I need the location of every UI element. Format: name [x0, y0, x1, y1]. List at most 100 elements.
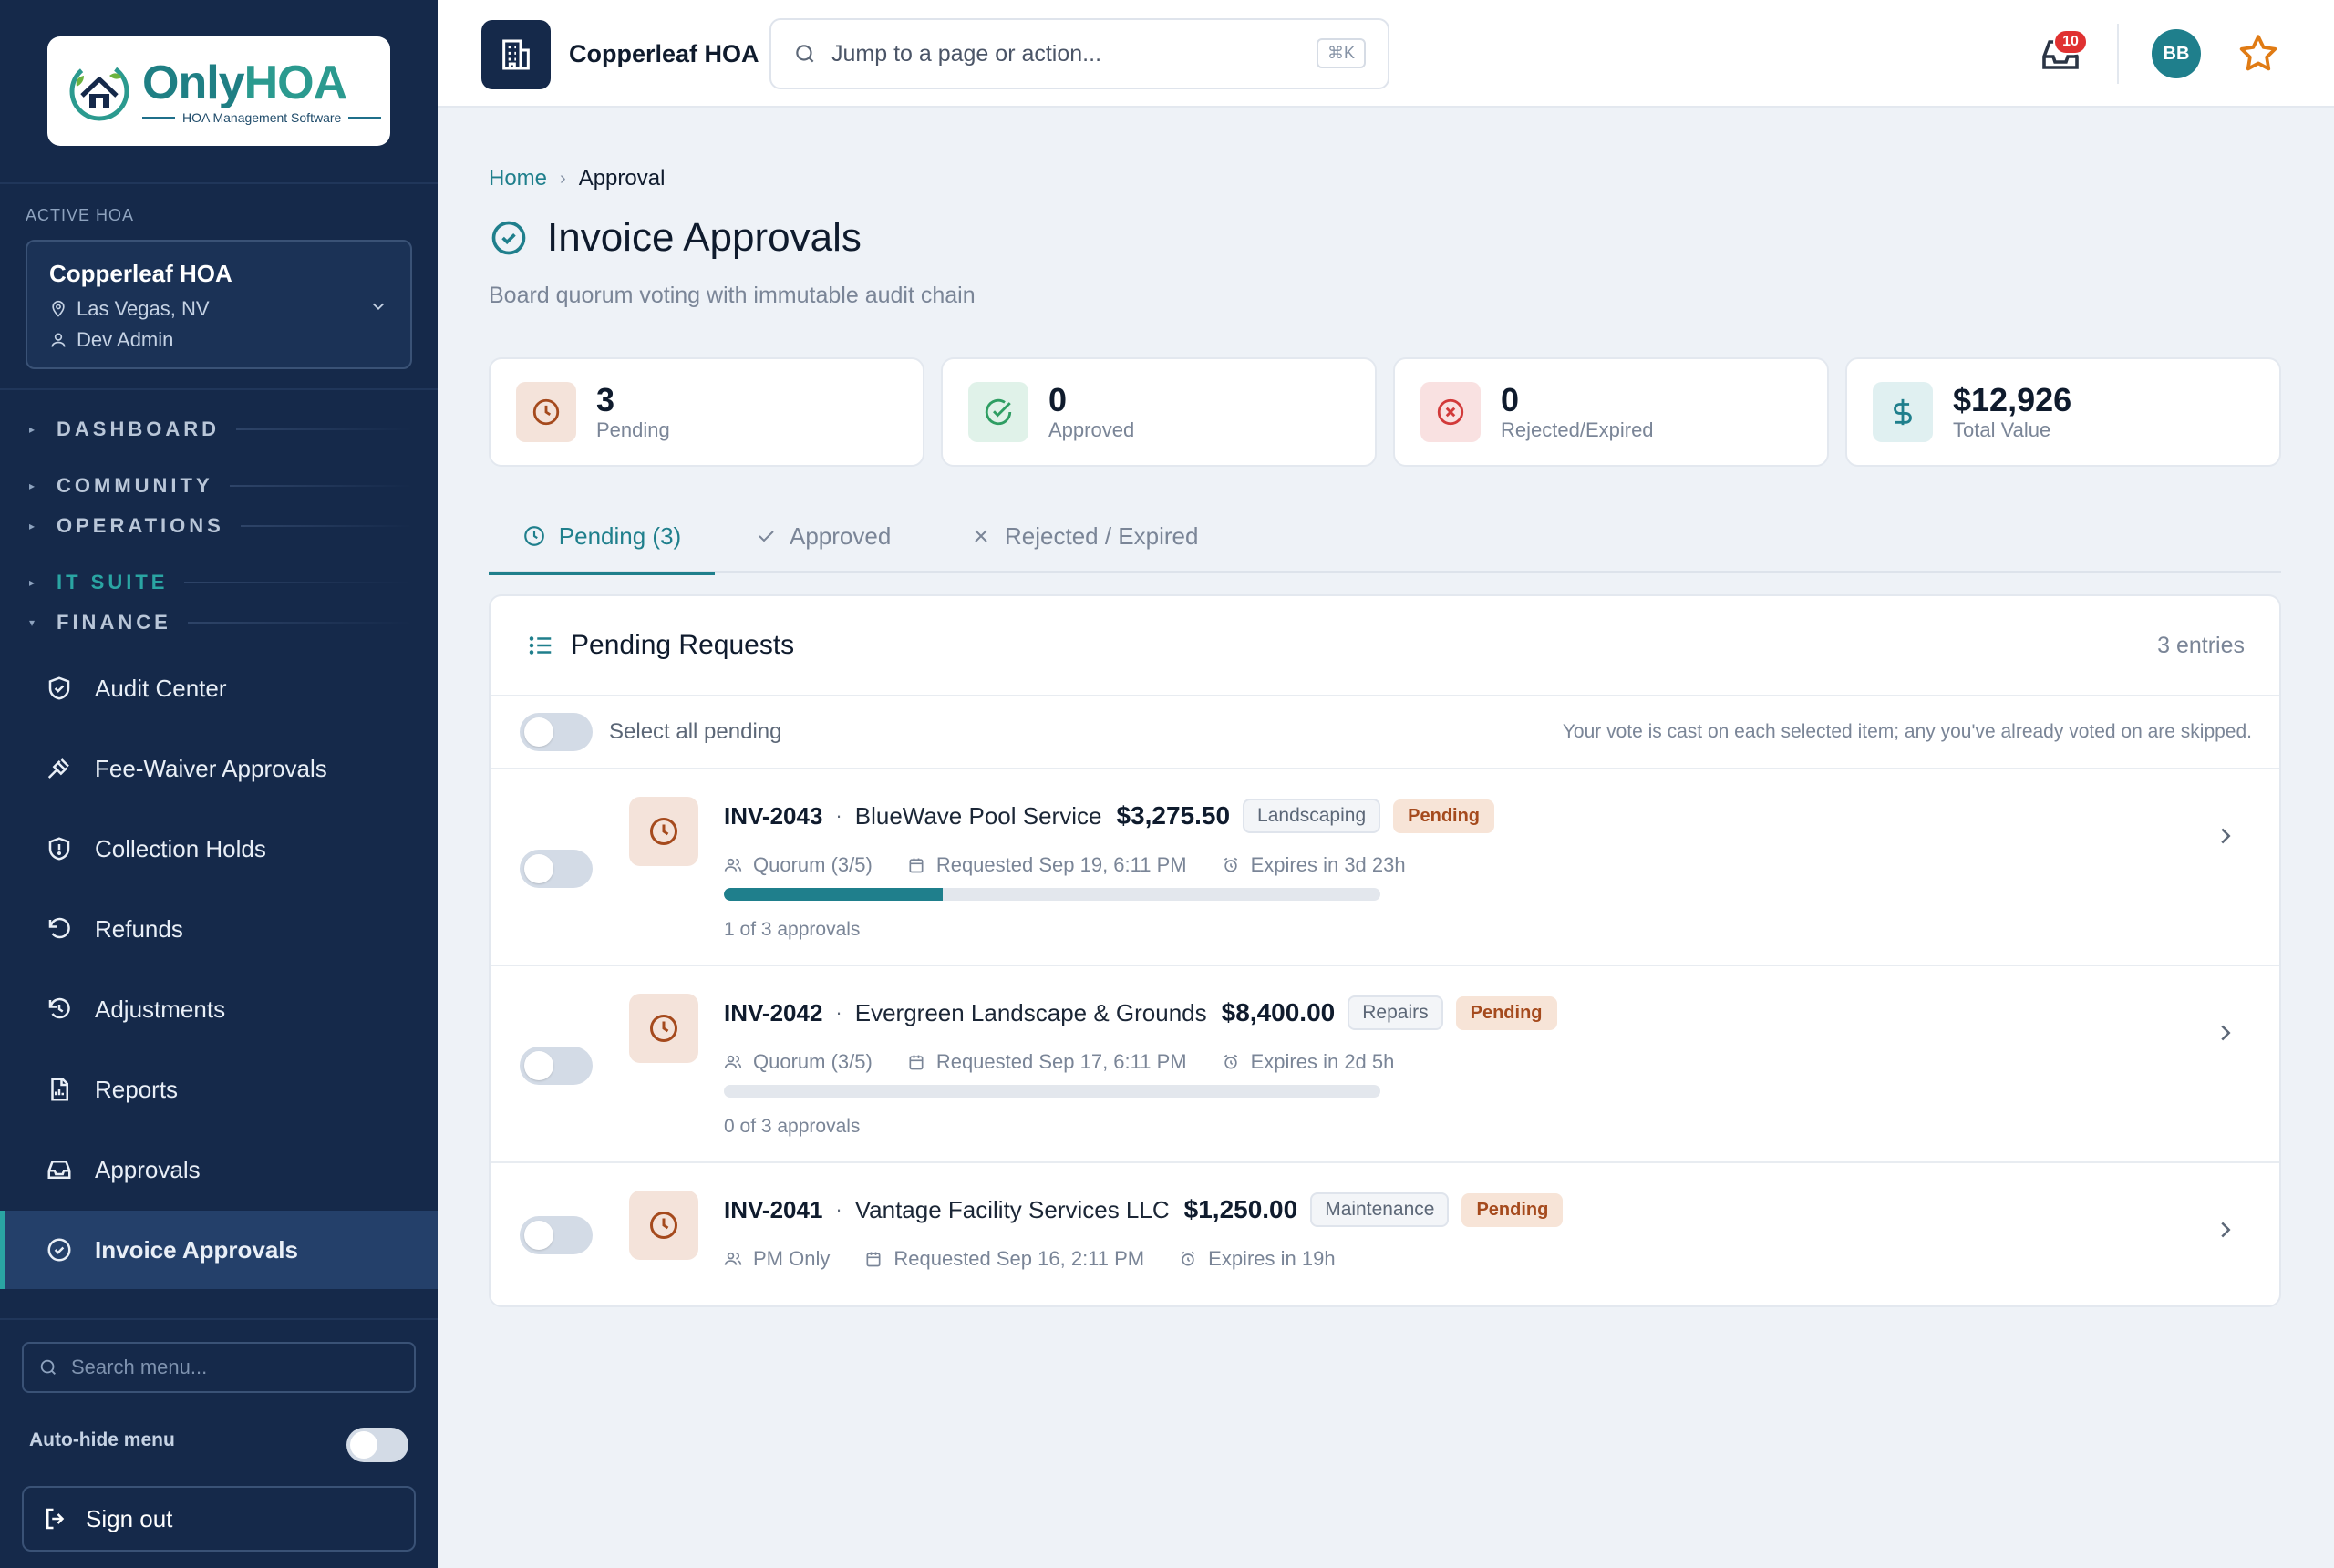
- stat-icon-box: [1420, 382, 1481, 442]
- table-row[interactable]: INV-2042 · Evergreen Landscape & Grounds…: [491, 966, 2279, 1163]
- hoa-switcher[interactable]: Copperleaf HOA Las Vegas, NV Dev Admin: [26, 240, 412, 369]
- chevron-right-icon[interactable]: [2212, 822, 2239, 850]
- status-icon-box: [629, 797, 698, 866]
- tab-pending[interactable]: Pending (3): [489, 500, 715, 575]
- avatar[interactable]: BB: [2152, 29, 2201, 78]
- check-circle-icon: [47, 1238, 71, 1262]
- select-all-label: Select all pending: [609, 719, 782, 744]
- alarm-icon: [1182, 1251, 1195, 1266]
- table-row[interactable]: INV-2041 · Vantage Facility Services LLC…: [491, 1163, 2279, 1305]
- global-search[interactable]: ⌘K: [769, 18, 1389, 89]
- tab-bar: Pending (3) Approved Rejected / Expired: [489, 500, 2281, 575]
- status-badge: Pending: [1455, 995, 1557, 1030]
- sidebar-item-reports[interactable]: Reports: [0, 1050, 438, 1129]
- breadcrumb-current: Approval: [578, 166, 666, 191]
- category-badge: Landscaping: [1243, 799, 1381, 833]
- vendor-name: Evergreen Landscape & Grounds: [854, 998, 1207, 1026]
- tab-label: Approved: [790, 521, 892, 550]
- page-title: Invoice Approvals: [489, 215, 862, 261]
- requested-date: Requested Sep 19, 6:11 PM: [935, 853, 1187, 876]
- stat-value: $12,926: [1953, 381, 2072, 418]
- expires: Expires in 3d 23h: [1250, 853, 1406, 876]
- autohide-toggle[interactable]: [346, 1428, 408, 1462]
- check-icon: [759, 531, 774, 542]
- tab-label: Pending (3): [558, 521, 682, 550]
- requested-date: Requested Sep 16, 2:11 PM: [893, 1247, 1145, 1270]
- row-select-toggle[interactable]: [520, 1047, 593, 1085]
- list-icon: [529, 636, 552, 655]
- tab-label: Rejected / Expired: [1005, 521, 1199, 550]
- users-icon: [724, 1055, 742, 1068]
- signout-button[interactable]: Sign out: [22, 1486, 416, 1552]
- section-it-suite[interactable]: ▸ IT SUITE: [29, 571, 412, 594]
- sidebar-item-fee-waiver-approvals[interactable]: Fee-Waiver Approvals: [0, 729, 438, 808]
- category-badge: Repairs: [1348, 995, 1443, 1030]
- users-icon: [724, 1252, 742, 1265]
- chevron-right-icon[interactable]: [2212, 1019, 2239, 1047]
- rotate-ccw-icon: [48, 917, 70, 939]
- select-all-toggle[interactable]: [520, 713, 593, 751]
- hoa-user: Dev Admin: [77, 328, 174, 351]
- table-row[interactable]: INV-2043 · BlueWave Pool Service $3,275.…: [491, 769, 2279, 966]
- row-select-toggle[interactable]: [520, 850, 593, 888]
- user-icon: [51, 333, 66, 347]
- clock-icon: [650, 1015, 677, 1042]
- sidebar-item-label: Reports: [95, 1075, 179, 1103]
- topbar: Copperleaf HOA ⌘K 10 BB: [438, 0, 2334, 108]
- section-finance[interactable]: ▾ FINANCE: [29, 611, 412, 634]
- quorum: Quorum (3/5): [753, 1050, 873, 1073]
- vendor-name: BlueWave Pool Service: [854, 801, 1102, 830]
- sidebar-divider: [0, 388, 438, 390]
- search-icon: [796, 45, 814, 63]
- notification-badge: 10: [2053, 29, 2088, 55]
- sidebar-divider: [0, 1318, 438, 1320]
- global-search-input[interactable]: [831, 40, 1287, 67]
- status-icon-box: [629, 1191, 698, 1260]
- alarm-icon: [1224, 857, 1237, 872]
- section-dashboard[interactable]: ▸ DASHBOARD: [29, 418, 412, 441]
- sidebar-item-approvals[interactable]: Approvals: [0, 1130, 438, 1209]
- sidebar-item-audit-center[interactable]: Audit Center: [0, 649, 438, 727]
- sidebar-item-adjustments[interactable]: Adjustments: [0, 970, 438, 1048]
- approvals-count: 1 of 3 approvals: [724, 919, 861, 940]
- alarm-icon: [1224, 1054, 1237, 1069]
- org-icon[interactable]: [481, 20, 551, 89]
- logout-icon: [46, 1508, 65, 1530]
- section-label: IT SUITE: [57, 571, 169, 593]
- invoice-id: INV-2042: [724, 998, 823, 1026]
- menu-search[interactable]: [22, 1342, 416, 1393]
- vendor-name: Vantage Facility Services LLC: [854, 1195, 1170, 1223]
- pending-requests-panel: Pending Requests 3 entries Select all pe…: [489, 594, 2281, 1307]
- breadcrumb-home[interactable]: Home: [489, 166, 547, 191]
- stat-label: Pending: [596, 418, 670, 441]
- stat-label: Approved: [1048, 418, 1135, 441]
- section-label: FINANCE: [57, 611, 171, 634]
- stat-card-approved: 0 Approved: [941, 357, 1377, 467]
- tab-rejected-expired[interactable]: Rejected / Expired: [970, 500, 1198, 573]
- menu-search-input[interactable]: [71, 1356, 399, 1379]
- sidebar-item-collection-holds[interactable]: Collection Holds: [0, 810, 438, 888]
- chevron-right-icon[interactable]: [2212, 1216, 2239, 1243]
- x-icon: [975, 530, 987, 542]
- sidebar-item-refunds[interactable]: Refunds: [0, 890, 438, 968]
- row-select-toggle[interactable]: [520, 1216, 593, 1254]
- logo[interactable]: OnlyHOA HOA Management Software: [47, 36, 390, 146]
- sidebar-item-invoice-approvals[interactable]: Invoice Approvals: [0, 1211, 438, 1289]
- stat-card-rejected: 0 Rejected/Expired: [1393, 357, 1829, 467]
- section-label: DASHBOARD: [57, 418, 220, 440]
- caret-right-icon: ▸: [29, 423, 36, 436]
- status-badge: Pending: [1393, 799, 1495, 833]
- section-operations[interactable]: ▸ OPERATIONS: [29, 514, 412, 538]
- clock-icon: [532, 398, 560, 426]
- stat-icon-box: [516, 382, 576, 442]
- report-icon: [51, 1078, 68, 1101]
- approvals-count: 0 of 3 approvals: [724, 1116, 861, 1137]
- star-icon[interactable]: [2236, 31, 2281, 77]
- x-circle-icon: [1437, 398, 1464, 426]
- shortcut-hint: ⌘K: [1316, 38, 1366, 68]
- stat-value: 0: [1501, 381, 1520, 418]
- tab-approved[interactable]: Approved: [755, 500, 891, 573]
- section-community[interactable]: ▸ COMMUNITY: [29, 474, 412, 498]
- shield-alert-icon: [48, 837, 70, 861]
- calendar-icon: [909, 858, 924, 873]
